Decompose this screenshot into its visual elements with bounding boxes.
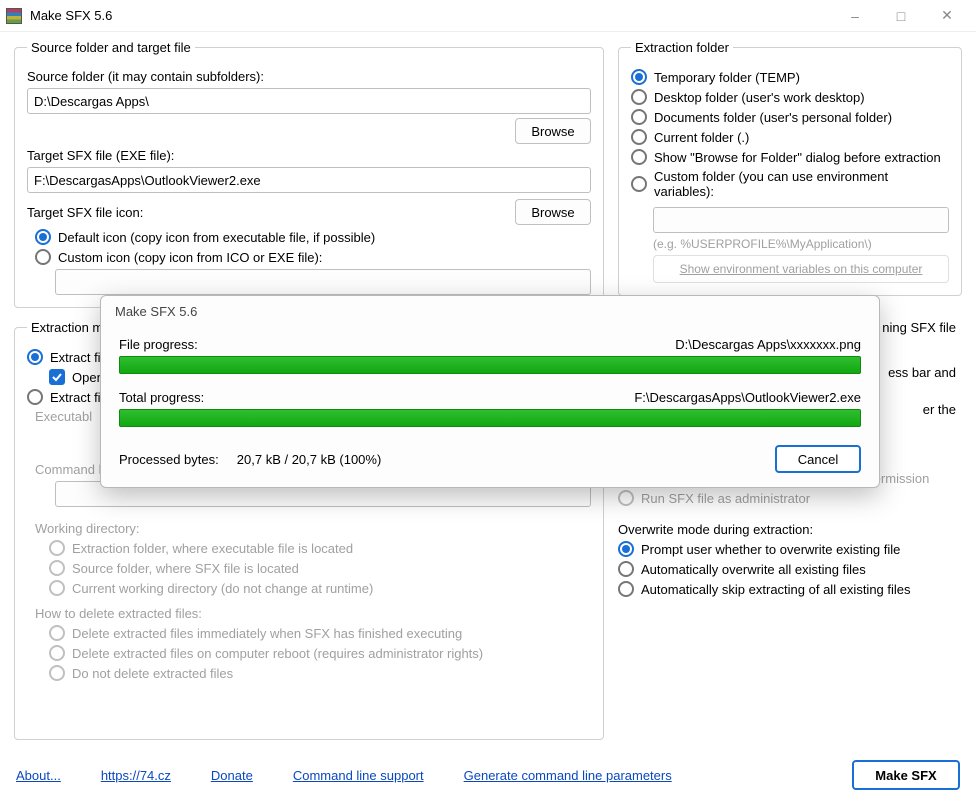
progress-dialog: Make SFX 5.6 File progress: D:\Descargas… (100, 295, 880, 488)
titlebar: Make SFX 5.6 – □ ✕ (0, 0, 976, 32)
source-browse-button[interactable]: Browse (515, 118, 591, 144)
total-progress-bar (119, 409, 861, 427)
source-folder-input[interactable] (27, 88, 591, 114)
make-sfx-button[interactable]: Make SFX (852, 760, 960, 790)
processed-label: Processed bytes: (119, 452, 219, 467)
cancel-button[interactable]: Cancel (775, 445, 861, 473)
ef-custom-radio[interactable]: Custom folder (you can use environment v… (631, 169, 949, 199)
file-progress-label: File progress: (119, 337, 198, 352)
target-file-input[interactable] (27, 167, 591, 193)
custom-icon-radio[interactable]: Custom icon (copy icon from ICO or EXE f… (35, 249, 591, 265)
workdir-opt2: Source folder, where SFX file is located (49, 560, 591, 576)
workdir-opt1: Extraction folder, where executable file… (49, 540, 591, 556)
show-env-vars-link[interactable]: Show environment variables on this compu… (653, 255, 949, 283)
delete-opt1: Delete extracted files immediately when … (49, 625, 591, 641)
ef-documents-radio[interactable]: Documents folder (user's personal folder… (631, 109, 949, 125)
minimize-button[interactable]: – (832, 0, 878, 32)
window-title: Make SFX 5.6 (30, 8, 832, 23)
custom-icon-input (55, 269, 591, 295)
total-progress-path: F:\DescargasApps\OutlookViewer2.exe (634, 390, 861, 405)
extraction-folder-legend: Extraction folder (631, 40, 733, 55)
processed-value: 20,7 kB / 20,7 kB (100%) (237, 452, 382, 467)
maximize-button[interactable]: □ (878, 0, 924, 32)
ef-custom-input (653, 207, 949, 233)
shield-admin-radio: Run SFX file as administrator (618, 490, 962, 506)
icon-label: Target SFX file icon: (27, 205, 143, 220)
source-folder-label: Source folder (it may contain subfolders… (27, 69, 591, 84)
ef-hint: (e.g. %USERPROFILE%\MyApplication\) (653, 237, 949, 251)
gen-cmd-link[interactable]: Generate command line parameters (464, 768, 672, 783)
total-progress-label: Total progress: (119, 390, 204, 405)
custom-icon-label: Custom icon (copy icon from ICO or EXE f… (58, 250, 322, 265)
target-file-label: Target SFX file (EXE file): (27, 148, 591, 163)
app-icon (6, 8, 22, 24)
ow-skip-radio[interactable]: Automatically skip extracting of all exi… (618, 581, 962, 597)
delete-opt3: Do not delete extracted files (49, 665, 591, 681)
source-target-legend: Source folder and target file (27, 40, 195, 55)
cmdline-link[interactable]: Command line support (293, 768, 424, 783)
ef-current-radio[interactable]: Current folder (.) (631, 129, 949, 145)
ow-prompt-radio[interactable]: Prompt user whether to overwrite existin… (618, 541, 962, 557)
ef-desktop-radio[interactable]: Desktop folder (user's work desktop) (631, 89, 949, 105)
donate-link[interactable]: Donate (211, 768, 253, 783)
default-icon-radio[interactable]: Default icon (copy icon from executable … (35, 229, 591, 245)
delete-opt2: Delete extracted files on computer reboo… (49, 645, 591, 661)
target-browse-button[interactable]: Browse (515, 199, 591, 225)
extraction-folder-group: Extraction folder Temporary folder (TEMP… (618, 40, 962, 296)
workdir-label: Working directory: (35, 521, 591, 536)
file-progress-path: D:\Descargas Apps\xxxxxxx.png (675, 337, 861, 352)
site-link[interactable]: https://74.cz (101, 768, 171, 783)
workdir-opt3: Current working directory (do not change… (49, 580, 591, 596)
ef-browse-radio[interactable]: Show "Browse for Folder" dialog before e… (631, 149, 949, 165)
about-link[interactable]: About... (16, 768, 61, 783)
file-progress-bar (119, 356, 861, 374)
default-icon-label: Default icon (copy icon from executable … (58, 230, 375, 245)
source-target-group: Source folder and target file Source fol… (14, 40, 604, 308)
ow-auto-radio[interactable]: Automatically overwrite all existing fil… (618, 561, 962, 577)
footer: About... https://74.cz Donate Command li… (0, 760, 976, 790)
overwrite-legend: Overwrite mode during extraction: (618, 522, 962, 537)
progress-dialog-title: Make SFX 5.6 (101, 296, 879, 325)
ef-temp-radio[interactable]: Temporary folder (TEMP) (631, 69, 949, 85)
close-button[interactable]: ✕ (924, 0, 970, 32)
delete-label: How to delete extracted files: (35, 606, 591, 621)
